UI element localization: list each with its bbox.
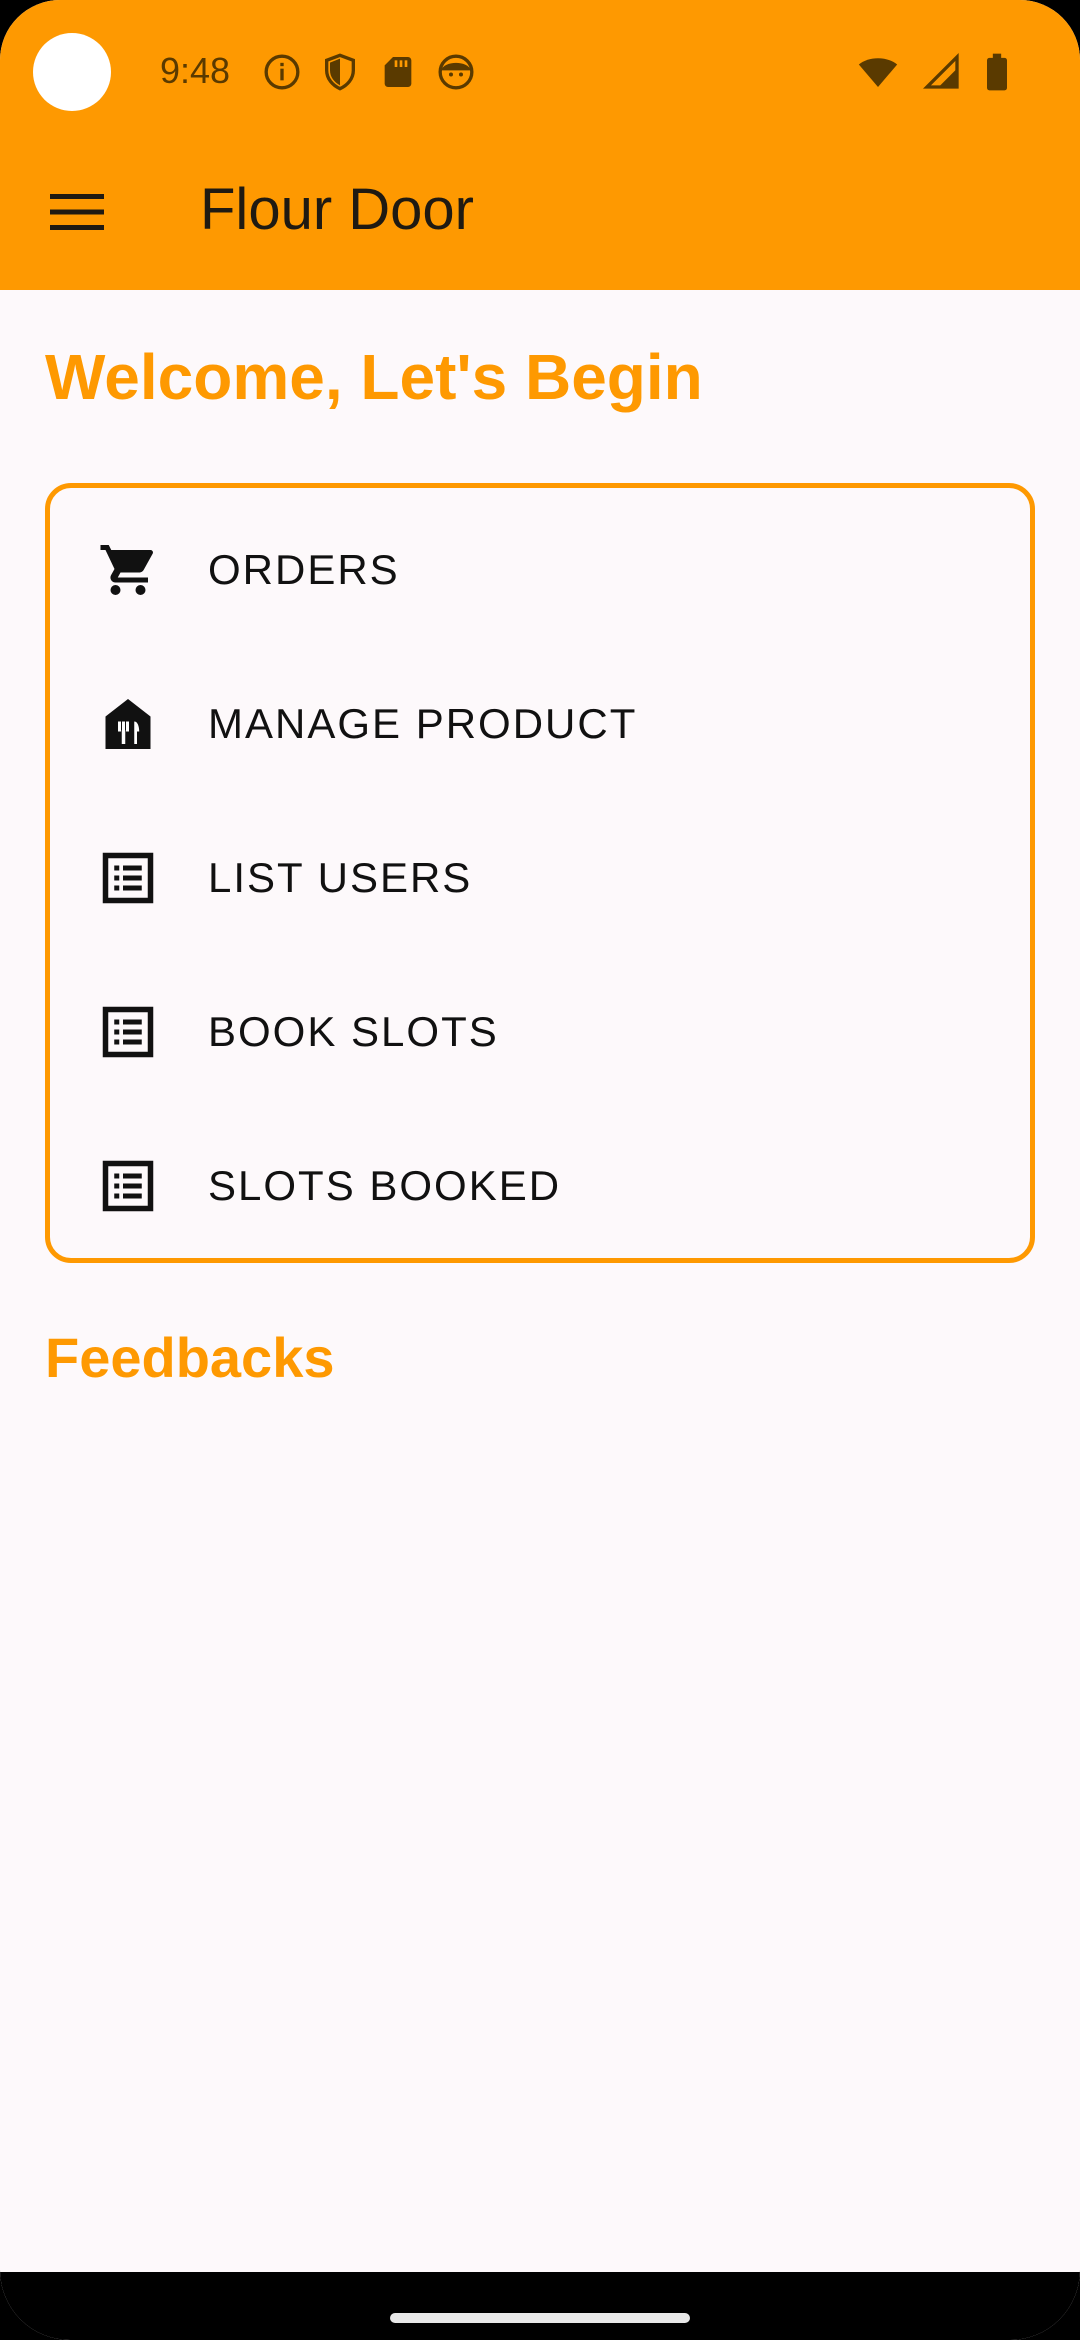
list-icon: [98, 1002, 158, 1062]
list-icon: [98, 1156, 158, 1216]
menu-item-label: BOOK SLOTS: [208, 1008, 499, 1055]
menu-item-label: MANAGE PRODUCT: [208, 700, 638, 747]
app-screen: 9:48 Flour Door Welcome, Let's Begin ORD…: [0, 0, 1080, 2340]
menu-item-label: LIST USERS: [208, 854, 473, 901]
wifi-icon: [858, 58, 898, 87]
shield-icon: [325, 53, 355, 91]
sd-card-icon: [384, 57, 412, 87]
home-gesture-handle[interactable]: [390, 2313, 690, 2323]
restaurant-icon: [98, 694, 158, 754]
battery-icon: [987, 53, 1007, 91]
menu-item-list-users[interactable]: LIST USERS: [50, 801, 1030, 955]
menu-item-label: SLOTS BOOKED: [208, 1162, 562, 1209]
welcome-heading: Welcome, Let's Begin: [45, 341, 703, 413]
menu-item-manage-product[interactable]: MANAGE PRODUCT: [50, 647, 1030, 801]
list-icon: [98, 848, 158, 908]
camera-cutout: [33, 33, 111, 111]
app-bar: 9:48 Flour Door: [0, 0, 1080, 290]
hamburger-menu-icon: [50, 194, 104, 230]
menu-item-orders[interactable]: ORDERS: [50, 493, 1030, 647]
menu-card: ORDERS MANAGE PRODUCT LIST USERS BOOK SL…: [45, 483, 1035, 1263]
status-time: 9:48: [160, 50, 231, 91]
menu-item-label: ORDERS: [208, 546, 400, 593]
status-icons-right: [856, 52, 1010, 92]
feedbacks-heading: Feedbacks: [45, 1326, 335, 1389]
face-icon: [438, 54, 474, 90]
navigation-bar: [0, 2272, 1080, 2340]
cart-icon: [98, 540, 158, 600]
menu-item-slots-booked[interactable]: SLOTS BOOKED: [50, 1109, 1030, 1263]
info-icon: [264, 54, 300, 90]
signal-icon: [922, 52, 959, 89]
menu-item-book-slots[interactable]: BOOK SLOTS: [50, 955, 1030, 1109]
hamburger-menu-button[interactable]: [40, 180, 114, 244]
app-title: Flour Door: [200, 177, 474, 242]
status-icons-left: [262, 52, 476, 92]
